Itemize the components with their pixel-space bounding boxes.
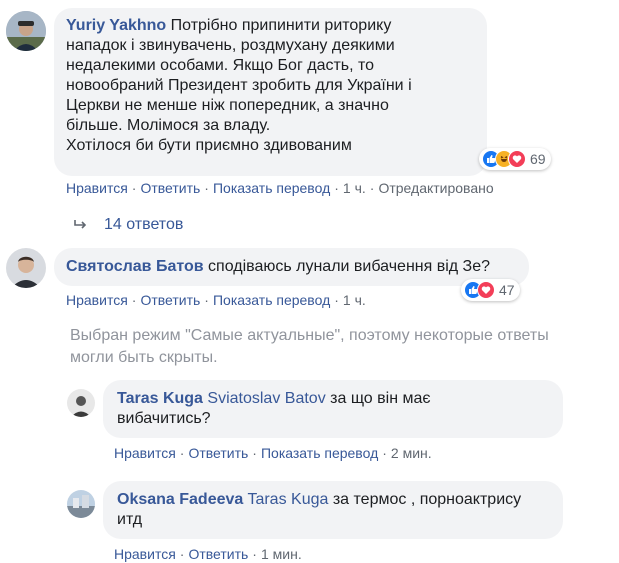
like-link[interactable]: Нравится [66, 180, 128, 196]
reply-link[interactable]: Ответить [140, 292, 200, 308]
mention-link[interactable]: Taras Kuga [247, 491, 328, 508]
comment-text-line: нападок і звинувачень, роздмухану деяким… [66, 37, 395, 54]
comment-text-line: Потрібно припинити риторику [170, 17, 392, 34]
like-link[interactable]: Нравится [114, 445, 176, 461]
comment-text-line: Хотілося би бути приємно здивованим [66, 137, 352, 154]
comment-text-line: недалекими особами. Якщо Бог дасть, то [66, 57, 375, 74]
translate-link[interactable]: Показать перевод [213, 292, 330, 308]
comment-text-line: Церкви не менше ніж попередник, а значно [66, 97, 389, 114]
avatar-sviatoslav-batov[interactable] [6, 248, 46, 288]
reply-text: вибачитись? [117, 410, 211, 427]
reply-actions: Нравится · Ответить · 1 мин. [114, 546, 302, 562]
comment-text-line: більше. Молімося за владу. [66, 117, 271, 134]
comment-author[interactable]: Святослав Батов [66, 258, 204, 275]
reaction-summary[interactable]: 47 [461, 279, 520, 301]
avatar-yuriy-yakhno[interactable] [6, 11, 46, 51]
reply-arrow-icon [74, 220, 87, 229]
reply-bubble: Taras Kuga Sviatoslav Batov за що він ма… [103, 380, 563, 438]
like-link[interactable]: Нравится [66, 292, 128, 308]
reply-link[interactable]: Ответить [140, 180, 200, 196]
user-photo-icon [67, 389, 95, 417]
love-icon [477, 281, 495, 299]
mention-link[interactable]: Sviatoslav Batov [207, 390, 325, 407]
like-link[interactable]: Нравится [114, 546, 176, 562]
translate-link[interactable]: Показать перевод [213, 180, 330, 196]
user-photo-icon [67, 490, 95, 518]
avatar-taras-kuga[interactable] [67, 389, 95, 417]
reply-text: за що він має [330, 390, 431, 407]
reply-author[interactable]: Taras Kuga [117, 390, 203, 407]
replies-count: 14 ответов [104, 216, 184, 233]
comment-text: сподіваюсь лунали вибачення від Зе? [208, 258, 491, 275]
reply-link[interactable]: Ответить [188, 445, 248, 461]
reply-link[interactable]: Ответить [188, 546, 248, 562]
reply-text: итд [117, 511, 143, 528]
filter-notice: Выбран режим "Самые актуальные", поэтому… [70, 327, 549, 366]
reply-bubble: Oksana Fadeeva Taras Kuga за термос , по… [103, 481, 563, 539]
comment-author[interactable]: Yuriy Yakhno [66, 17, 166, 34]
avatar-oksana-fadeeva[interactable] [67, 490, 95, 518]
timestamp[interactable]: 2 мин. [391, 445, 432, 461]
love-icon [508, 150, 526, 168]
comment-text-line: новообраний Президент зробить для Україн… [66, 77, 412, 94]
reaction-count: 69 [530, 151, 546, 167]
timestamp[interactable]: 1 ч. [343, 180, 366, 196]
reaction-count: 47 [499, 282, 515, 298]
timestamp[interactable]: 1 мин. [261, 546, 302, 562]
timestamp[interactable]: 1 ч. [343, 292, 366, 308]
reply-actions: Нравится · Ответить · Показать перевод · 2 мин… [114, 445, 432, 461]
comment-actions: Нравится · Ответить · Показать перевод · 1 ч. [66, 292, 366, 308]
comment-bubble: Святослав Батов сподіваюсь лунали вибаче… [54, 248, 529, 286]
reaction-summary[interactable]: 69 [479, 148, 551, 170]
user-photo-icon [6, 11, 46, 51]
reply-author[interactable]: Oksana Fadeeva [117, 491, 243, 508]
translate-link[interactable]: Показать перевод [261, 445, 378, 461]
reply-text: за термос , порноактрису [332, 491, 522, 508]
view-replies-link[interactable]: 14 ответов [74, 216, 183, 234]
comment-actions: Нравится · Ответить · Показать перевод · 1 ч. ·… [66, 180, 494, 196]
user-photo-icon [6, 248, 46, 288]
edited-label: Отредактировано [378, 180, 494, 196]
comment-bubble: Yuriy Yakhno Потрібно припинити риторику… [54, 8, 487, 176]
